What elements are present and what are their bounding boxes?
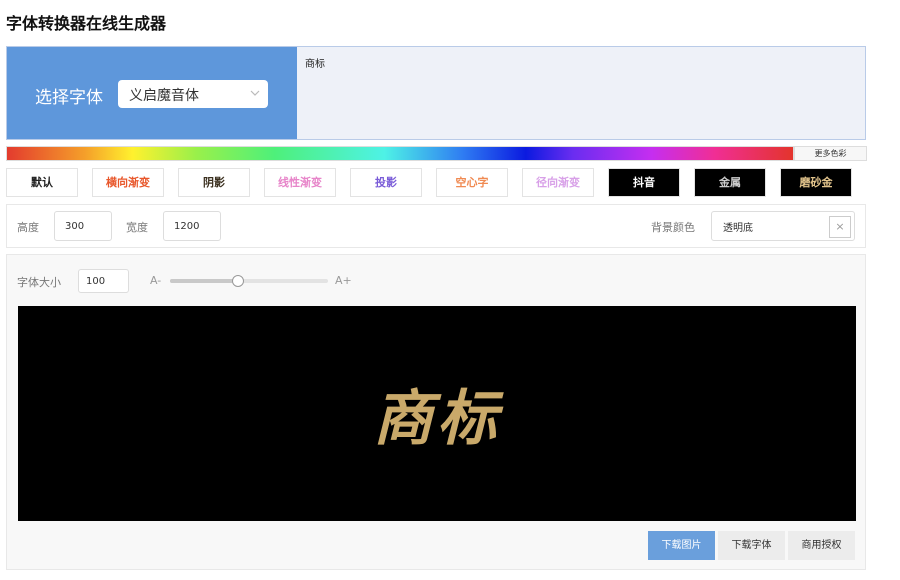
background-color-label: 背景颜色	[651, 221, 695, 234]
font-select-dropdown[interactable]: 义启魔音体	[118, 80, 268, 108]
height-label: 高度	[17, 221, 39, 234]
style-preset-row: 默认 横向渐变 阴影 线性渐变 投影 空心字 径向渐变 抖音 金属 磨砂金	[6, 168, 866, 198]
more-colors-button[interactable]: 更多色彩	[794, 146, 867, 161]
preview-panel: 字体大小 A- A+ 商标 下载图片 下载字体 商用授权	[6, 254, 866, 570]
size-settings-row: 高度 宽度 背景颜色 ×	[6, 204, 866, 248]
width-label: 宽度	[126, 221, 148, 234]
style-douyin-button[interactable]: 抖音	[608, 168, 680, 197]
font-select-value: 义启魔音体	[129, 88, 199, 104]
style-shadow-button[interactable]: 阴影	[178, 168, 250, 197]
editor-top-panel: 选择字体 义启魔音体	[6, 46, 866, 140]
download-image-button[interactable]: 下载图片	[648, 531, 715, 560]
style-radial-gradient-button[interactable]: 径向渐变	[522, 168, 594, 197]
font-select-area: 选择字体 义启魔音体	[7, 47, 297, 139]
download-font-button[interactable]: 下载字体	[718, 531, 785, 560]
decrease-font-size-button[interactable]: A-	[150, 274, 161, 287]
font-size-label: 字体大小	[17, 276, 61, 289]
commercial-license-button[interactable]: 商用授权	[788, 531, 855, 560]
style-hollow-button[interactable]: 空心字	[436, 168, 508, 197]
font-size-slider[interactable]	[170, 275, 328, 287]
style-default-button[interactable]: 默认	[6, 168, 78, 197]
width-input[interactable]	[163, 211, 221, 241]
clear-background-button[interactable]: ×	[829, 216, 851, 238]
font-size-slider-handle[interactable]	[231, 275, 244, 287]
height-input[interactable]	[54, 211, 112, 241]
style-linear-gradient-button[interactable]: 线性渐变	[264, 168, 336, 197]
style-projection-button[interactable]: 投影	[350, 168, 422, 197]
text-input[interactable]	[297, 47, 865, 139]
increase-font-size-button[interactable]: A+	[335, 274, 352, 287]
style-frosted-gold-button[interactable]: 磨砂金	[780, 168, 852, 197]
font-select-label: 选择字体	[35, 88, 103, 108]
preview-canvas: 商标	[18, 306, 856, 521]
style-horizontal-gradient-button[interactable]: 横向渐变	[92, 168, 164, 197]
chevron-down-icon	[250, 90, 260, 96]
preview-text: 商标	[373, 384, 501, 454]
page-title: 字体转换器在线生成器	[6, 14, 167, 33]
style-metal-button[interactable]: 金属	[694, 168, 766, 197]
font-size-input[interactable]	[78, 269, 129, 293]
color-spectrum-bar[interactable]	[6, 146, 794, 161]
font-size-slider-fill	[170, 279, 238, 283]
